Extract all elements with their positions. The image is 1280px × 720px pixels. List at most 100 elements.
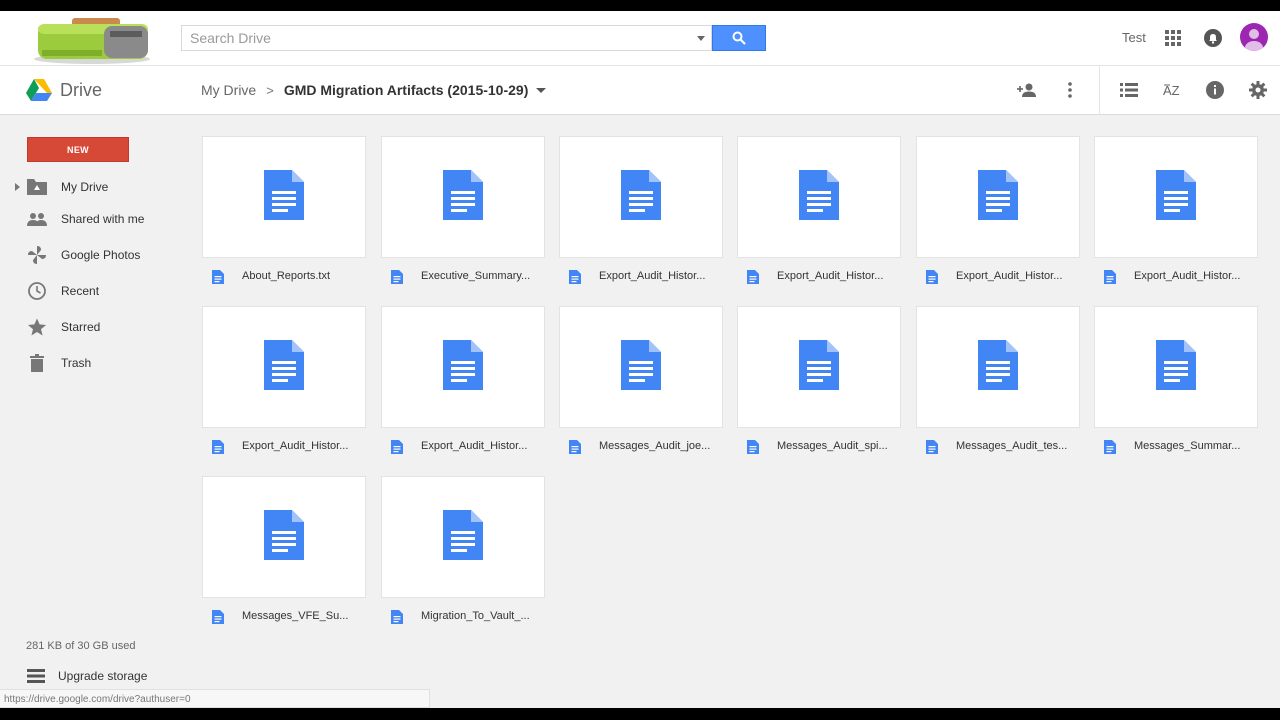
file-card[interactable]: Messages_VFE_Su...	[202, 476, 366, 628]
file-title-row[interactable]: Export_Audit_Histor...	[202, 428, 366, 464]
file-thumbnail[interactable]	[381, 306, 545, 428]
file-title-row[interactable]: Export_Audit_Histor...	[916, 258, 1080, 294]
file-title-row[interactable]: Messages_VFE_Su...	[202, 598, 366, 634]
avatar[interactable]	[1240, 23, 1268, 51]
file-title-row[interactable]: Export_Audit_Histor...	[559, 258, 723, 294]
file-name: Export_Audit_Histor...	[777, 270, 884, 282]
file-thumbnail[interactable]	[916, 136, 1080, 258]
folder-menu-caret-icon[interactable]	[536, 87, 547, 93]
people-icon	[27, 209, 47, 229]
file-thumbnail[interactable]	[202, 306, 366, 428]
file-title-row[interactable]: Messages_Audit_spi...	[737, 428, 901, 464]
file-title-row[interactable]: About_Reports.txt	[202, 258, 366, 294]
more-actions-icon[interactable]	[1060, 80, 1080, 100]
google-doc-icon	[621, 339, 661, 395]
file-thumbnail[interactable]	[381, 476, 545, 598]
file-card[interactable]: About_Reports.txt	[202, 136, 366, 288]
doc-type-icon	[569, 270, 581, 284]
file-thumbnail[interactable]	[1094, 136, 1258, 258]
file-title-row[interactable]: Messages_Audit_tes...	[916, 428, 1080, 464]
file-thumbnail[interactable]	[202, 136, 366, 258]
doc-type-icon	[212, 270, 224, 284]
file-title-row[interactable]: Migration_To_Vault_...	[381, 598, 545, 634]
sidebar-item-google-photos[interactable]: Google Photos	[0, 240, 190, 270]
file-name: Messages_Summar...	[1134, 440, 1241, 452]
new-button[interactable]: NEW	[27, 137, 129, 162]
file-title-row[interactable]: Messages_Audit_joe...	[559, 428, 723, 464]
file-title-row[interactable]: Executive_Summary...	[381, 258, 545, 294]
doc-type-icon	[1104, 440, 1116, 454]
file-card[interactable]: Messages_Summar...	[1094, 306, 1258, 458]
sidebar-item-shared-with-me[interactable]: Shared with me	[0, 204, 190, 234]
breadcrumb-current-folder[interactable]: GMD Migration Artifacts (2015-10-29)	[284, 82, 529, 98]
doc-type-icon	[569, 440, 581, 454]
breadcrumb-my-drive[interactable]: My Drive	[201, 82, 256, 98]
file-thumbnail[interactable]	[737, 306, 901, 428]
google-doc-icon	[443, 509, 483, 565]
user-name[interactable]: Test	[1122, 30, 1146, 45]
doc-type-icon	[926, 440, 938, 454]
notifications-bell-icon[interactable]	[1204, 29, 1222, 47]
file-name: Export_Audit_Histor...	[1134, 270, 1241, 282]
sidebar-item-my-drive[interactable]: My Drive	[0, 172, 190, 202]
file-thumbnail[interactable]	[202, 476, 366, 598]
search-input[interactable]	[182, 26, 682, 50]
sidebar-item-label: My Drive	[61, 180, 109, 194]
share-add-person-icon[interactable]	[1017, 80, 1037, 100]
folder-drive-icon	[27, 177, 47, 197]
google-doc-icon	[799, 339, 839, 395]
file-thumbnail[interactable]	[559, 306, 723, 428]
search-button[interactable]	[712, 25, 766, 51]
doc-type-icon	[926, 270, 938, 284]
google-doc-icon	[978, 169, 1018, 225]
file-card[interactable]: Export_Audit_Histor...	[916, 136, 1080, 288]
file-title-row[interactable]: Messages_Summar...	[1094, 428, 1258, 464]
file-card[interactable]: Messages_Audit_tes...	[916, 306, 1080, 458]
storage-usage: 281 KB of 30 GB used	[26, 640, 136, 652]
file-card[interactable]: Export_Audit_Histor...	[202, 306, 366, 458]
google-doc-icon	[264, 169, 304, 225]
search-icon	[732, 31, 746, 45]
file-title-row[interactable]: Export_Audit_Histor...	[1094, 258, 1258, 294]
file-card[interactable]: Executive_Summary...	[381, 136, 545, 288]
file-card[interactable]: Export_Audit_Histor...	[381, 306, 545, 458]
file-card[interactable]: Messages_Audit_joe...	[559, 306, 723, 458]
upgrade-storage-link[interactable]: Upgrade storage	[27, 669, 147, 683]
file-thumbnail[interactable]	[559, 136, 723, 258]
file-card[interactable]: Export_Audit_Histor...	[1094, 136, 1258, 288]
drive-brand[interactable]: Drive	[26, 79, 102, 101]
file-name: Export_Audit_Histor...	[242, 440, 349, 452]
expand-arrow-icon[interactable]	[15, 183, 20, 191]
search-box[interactable]	[181, 25, 712, 51]
sidebar-item-starred[interactable]: Starred	[0, 312, 190, 342]
google-doc-icon	[1156, 339, 1196, 395]
info-icon[interactable]	[1205, 80, 1225, 100]
file-thumbnail[interactable]	[381, 136, 545, 258]
search-options-dropdown-icon[interactable]	[697, 36, 705, 41]
file-thumbnail[interactable]	[1094, 306, 1258, 428]
sidebar-item-recent[interactable]: Recent	[0, 276, 190, 306]
google-doc-icon	[978, 339, 1018, 395]
storage-stack-icon	[27, 669, 45, 683]
settings-gear-icon[interactable]	[1248, 80, 1268, 100]
file-title-row[interactable]: Export_Audit_Histor...	[737, 258, 901, 294]
file-card[interactable]: Messages_Audit_spi...	[737, 306, 901, 458]
toaster-logo[interactable]	[32, 14, 152, 64]
toolbar-divider	[1099, 66, 1100, 115]
file-name: Migration_To_Vault_...	[421, 610, 530, 622]
file-title-row[interactable]: Export_Audit_Histor...	[381, 428, 545, 464]
file-thumbnail[interactable]	[737, 136, 901, 258]
file-card[interactable]: Export_Audit_Histor...	[737, 136, 901, 288]
file-name: Executive_Summary...	[421, 270, 531, 282]
list-view-icon[interactable]	[1119, 80, 1139, 100]
file-name: Export_Audit_Histor...	[956, 270, 1063, 282]
apps-grid-icon[interactable]	[1165, 30, 1181, 46]
file-card[interactable]: Export_Audit_Histor...	[559, 136, 723, 288]
sidebar-item-trash[interactable]: Trash	[0, 348, 190, 378]
sidebar-item-label: Google Photos	[61, 248, 141, 262]
file-card[interactable]: Migration_To_Vault_...	[381, 476, 545, 628]
file-thumbnail[interactable]	[916, 306, 1080, 428]
file-name: Messages_Audit_joe...	[599, 440, 711, 452]
sort-az-icon[interactable]: AZ	[1162, 80, 1182, 100]
star-icon	[27, 317, 47, 337]
